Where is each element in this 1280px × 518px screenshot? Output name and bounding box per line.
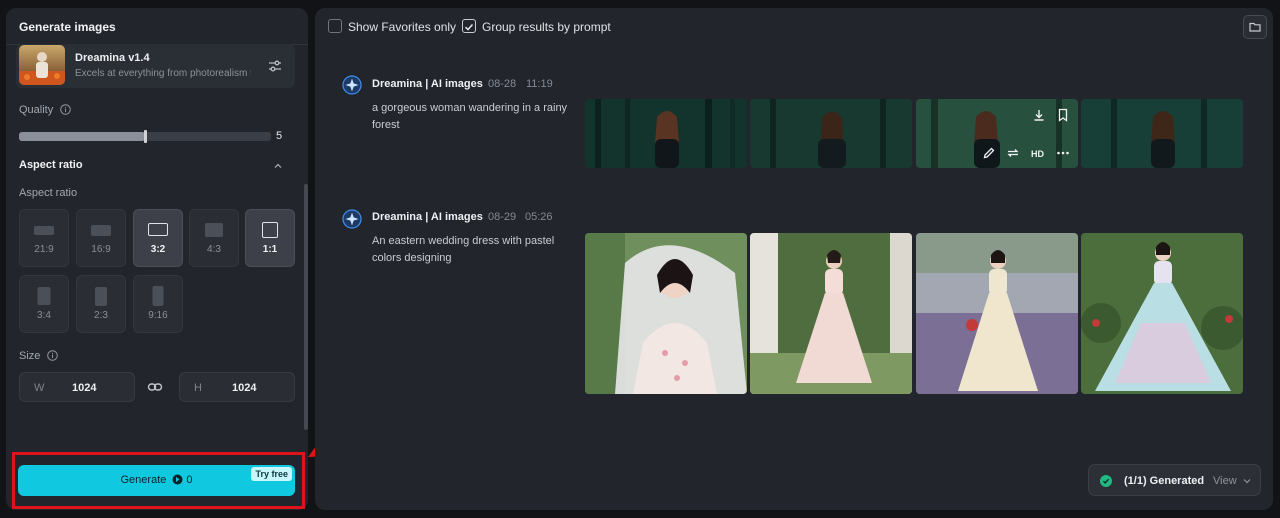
generated-image[interactable] [585, 99, 747, 168]
generation-status[interactable]: (1/1) Generated View [1088, 464, 1261, 496]
folder-icon [1249, 22, 1261, 32]
folder-button[interactable] [1243, 15, 1267, 39]
results-panel: Show Favorites only Group results by pro… [315, 8, 1273, 510]
edit-icon[interactable] [981, 145, 997, 161]
ratio-label: 16:9 [91, 244, 111, 255]
ratio-shape [91, 225, 111, 236]
width-input[interactable]: W 1024 [19, 372, 135, 402]
ratio-label: 4:3 [207, 244, 221, 255]
ratio-label: 3:4 [37, 310, 51, 321]
height-value: 1024 [232, 382, 257, 394]
ratio-label: 3:2 [150, 244, 166, 255]
size-label: Size [19, 350, 59, 362]
info-icon[interactable] [47, 350, 59, 361]
result-prompt: a gorgeous woman wandering in a rainy fo… [372, 102, 568, 131]
model-selector[interactable]: Dreamina v1.4 Excels at everything from … [16, 44, 295, 88]
bookmark-icon[interactable] [1055, 107, 1071, 123]
quality-slider-fill [19, 132, 145, 141]
chevron-up-icon[interactable] [272, 160, 284, 172]
link-icon[interactable] [147, 379, 163, 395]
ratio-option-9-16[interactable]: 9:16 [133, 275, 183, 333]
quality-label-text: Quality [19, 104, 54, 116]
ratio-option-16-9[interactable]: 16:9 [76, 209, 126, 267]
ratio-option-21-9[interactable]: 21:9 [19, 209, 69, 267]
quality-slider-handle[interactable] [144, 130, 147, 143]
result-time: 05:26 [525, 211, 553, 223]
group-label[interactable]: Group results by prompt [482, 20, 611, 34]
ratio-shape [37, 287, 51, 305]
check-icon [464, 23, 474, 31]
height-input[interactable]: H 1024 [179, 372, 295, 402]
favorites-label[interactable]: Show Favorites only [348, 20, 456, 34]
quality-value: 5 [276, 130, 283, 142]
result-author: Dreamina | AI images [372, 78, 483, 90]
ratio-shape [262, 222, 278, 238]
panel-scrollbar[interactable] [304, 184, 308, 430]
model-name: Dreamina v1.4 [75, 52, 150, 64]
generated-image[interactable] [750, 233, 912, 394]
size-label-text: Size [19, 350, 41, 362]
ratio-option-4-3[interactable]: 4:3 [189, 209, 239, 267]
width-value: 1024 [72, 382, 97, 394]
hd-button[interactable]: HD [1031, 149, 1044, 159]
generated-image[interactable] [750, 99, 912, 168]
dreamina-logo-icon [342, 75, 362, 95]
ratio-shape [95, 287, 107, 306]
width-prefix: W [34, 382, 45, 394]
generated-image[interactable] [585, 233, 747, 394]
result-time: 11:19 [526, 78, 553, 90]
ratio-option-3-4[interactable]: 3:4 [19, 275, 69, 333]
ratio-option-3-2[interactable]: 3:2 [133, 209, 183, 267]
generated-image[interactable] [1081, 233, 1243, 394]
download-icon[interactable] [1031, 107, 1047, 123]
ratio-label: 21:9 [34, 244, 54, 255]
favorites-checkbox[interactable] [328, 19, 342, 33]
remix-icon[interactable] [1005, 145, 1021, 161]
generated-image[interactable] [1081, 99, 1243, 168]
ratio-option-2-3[interactable]: 2:3 [76, 275, 126, 333]
annotation-highlight-box [12, 452, 305, 509]
panel-title: Generate images [19, 20, 116, 34]
model-thumbnail [19, 45, 65, 85]
generate-panel: Generate images Dreamina v1.4 Excels at … [6, 8, 308, 510]
status-text: (1/1) Generated [1124, 475, 1205, 487]
aspect-section-title[interactable]: Aspect ratio [19, 159, 83, 171]
info-icon[interactable] [60, 104, 72, 115]
result-prompt: An eastern wedding dress with pastel col… [372, 235, 555, 264]
ratio-shape [34, 226, 54, 235]
ratio-shape [152, 286, 164, 306]
generated-image[interactable] [916, 99, 1078, 168]
check-circle-icon [1100, 475, 1112, 487]
model-description: Excels at everything from photorealism t… [75, 68, 251, 79]
quality-label: Quality [19, 104, 72, 116]
height-prefix: H [194, 382, 202, 394]
dreamina-logo-icon [342, 209, 362, 229]
aspect-ratio-label: Aspect ratio [19, 187, 78, 199]
ratio-shape [205, 223, 223, 237]
ratio-option-1-1[interactable]: 1:1 [245, 209, 295, 267]
view-button[interactable]: View [1213, 475, 1237, 487]
ratio-label: 1:1 [262, 244, 278, 255]
result-date: 08-28 [488, 78, 517, 90]
ratio-shape [148, 223, 168, 236]
sliders-icon[interactable] [267, 58, 283, 74]
ratio-label: 2:3 [94, 310, 108, 321]
chevron-down-icon[interactable] [1242, 476, 1252, 486]
result-date: 08-29 [488, 211, 517, 223]
result-author: Dreamina | AI images [372, 211, 483, 223]
more-icon[interactable] [1055, 145, 1071, 161]
quality-slider[interactable] [19, 130, 271, 143]
ratio-label: 9:16 [148, 310, 168, 321]
generated-image[interactable] [916, 233, 1078, 394]
group-checkbox[interactable] [462, 19, 476, 33]
